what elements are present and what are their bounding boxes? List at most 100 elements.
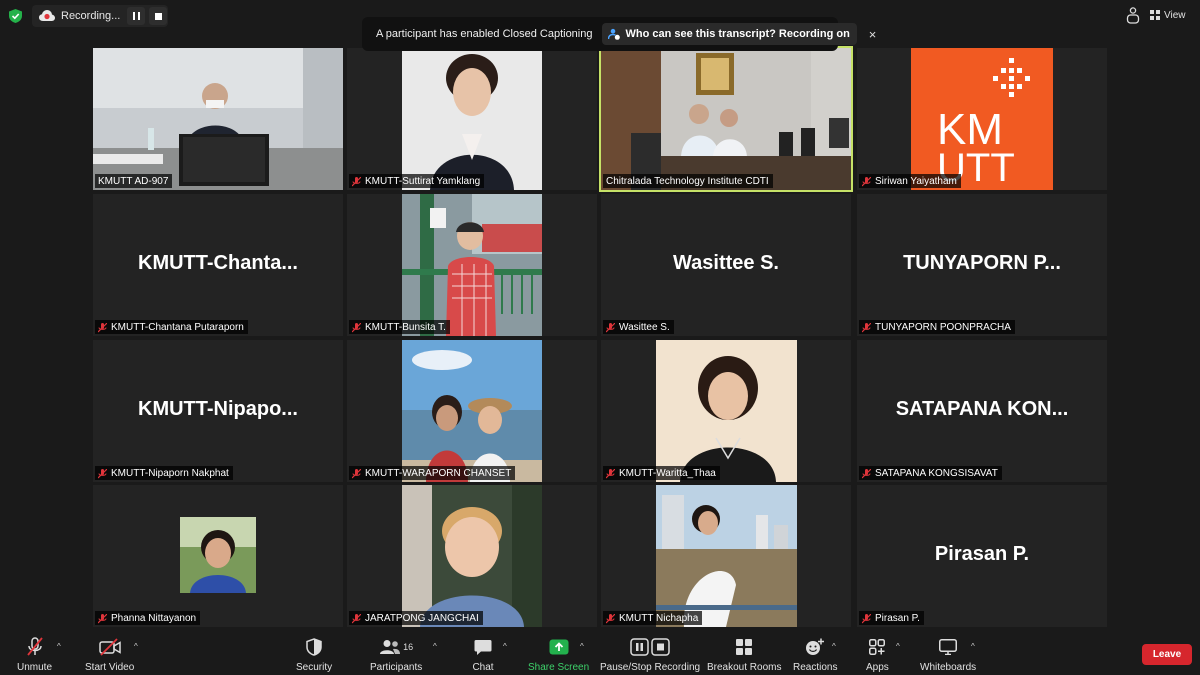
apps-button[interactable]: Apps <box>866 636 889 673</box>
shield-icon <box>306 638 322 656</box>
view-label: View <box>1164 9 1186 21</box>
recording-indicator: Recording... <box>32 5 168 27</box>
share-screen-icon <box>549 639 569 654</box>
participants-count: 16 <box>403 642 414 652</box>
muted-mic-icon <box>98 322 107 332</box>
meeting-controls-toolbar: Unmute ^ Start Video ^ Security 16 Parti… <box>0 632 1200 675</box>
participants-label: Participants <box>370 662 423 673</box>
participant-name: Chitralada Technology Institute CDTI <box>606 176 769 187</box>
participant-name-caption: KMUTT-Suttirat Yamklang <box>349 174 485 188</box>
whiteboard-icon <box>939 639 958 655</box>
leave-button[interactable]: Leave <box>1142 644 1192 665</box>
transcript-visibility-button[interactable]: Who can see this transcript? Recording o… <box>602 23 857 45</box>
cloud-recording-icon <box>39 10 55 21</box>
reactions-options-caret[interactable]: ^ <box>832 642 836 651</box>
participant-photo <box>402 485 542 627</box>
muted-mic-icon <box>862 176 871 186</box>
participant-tile[interactable]: KMUTT-Nipapo... KMUTT-Nipaporn Nakphat <box>93 340 343 482</box>
participant-name-caption: KMUTT-Waritta_Thaa <box>603 466 720 480</box>
participant-tile[interactable]: KMUTT-Bunsita T. <box>347 194 597 336</box>
chat-button[interactable]: Chat <box>472 636 494 673</box>
whiteboards-button[interactable]: Whiteboards <box>920 636 976 673</box>
breakout-rooms-button[interactable]: Breakout Rooms <box>707 636 781 673</box>
closed-caption-notification: A participant has enabled Closed Caption… <box>362 17 876 51</box>
security-shield-icon[interactable] <box>9 9 22 23</box>
close-icon[interactable]: × <box>869 27 877 42</box>
unmute-label: Unmute <box>17 662 53 673</box>
participant-tile[interactable]: Wasittee S. Wasittee S. <box>601 194 851 336</box>
participant-name: Siriwan Yaiyatham <box>875 176 957 187</box>
participant-tile[interactable]: JARATPONG JANGCHAI <box>347 485 597 627</box>
participant-name-caption: KMUTT Nichapha <box>603 611 703 625</box>
muted-mic-icon <box>98 613 107 623</box>
muted-mic-icon <box>862 322 871 332</box>
muted-mic-icon <box>606 613 615 623</box>
participant-name-caption: Wasittee S. <box>603 320 674 334</box>
participant-tile[interactable]: TUNYAPORN P... TUNYAPORN POONPRACHA <box>857 194 1107 336</box>
chat-options-caret[interactable]: ^ <box>503 642 507 651</box>
participant-photo <box>402 340 542 482</box>
chat-icon <box>474 639 492 655</box>
apps-label: Apps <box>866 662 889 673</box>
apps-options-caret[interactable]: ^ <box>896 642 900 651</box>
reactions-button[interactable]: Reactions <box>793 636 837 673</box>
share-screen-label: Share Screen <box>528 662 590 673</box>
participant-name-caption: Siriwan Yaiyatham <box>859 174 961 188</box>
muted-microphone-icon <box>26 637 43 656</box>
person-info-icon <box>608 28 621 40</box>
whiteboards-options-caret[interactable]: ^ <box>971 642 975 651</box>
participant-tile[interactable]: KMUTT-Suttirat Yamklang <box>347 48 597 190</box>
participant-tile[interactable]: SATAPANA KON... SATAPANA KONGSISAVAT <box>857 340 1107 482</box>
stop-recording-button[interactable] <box>149 7 167 25</box>
participant-tile[interactable]: KMUTT-Chanta... KMUTT-Chantana Putarapor… <box>93 194 343 336</box>
participant-name-caption: KMUTT AD-907 <box>95 174 173 188</box>
whiteboards-label: Whiteboards <box>920 662 977 673</box>
participant-tile[interactable]: Phanna Nittayanon <box>93 485 343 627</box>
participant-display-name: TUNYAPORN P... <box>903 252 1061 274</box>
active-speaker-tile[interactable]: Chitralada Technology Institute CDTI <box>599 46 853 192</box>
security-label: Security <box>296 662 333 673</box>
breakout-rooms-label: Breakout Rooms <box>707 662 782 673</box>
participant-video <box>601 48 851 190</box>
participant-name-caption: KMUTT-Bunsita T. <box>349 320 450 334</box>
participant-photo <box>180 517 256 593</box>
participant-tile[interactable]: KMUTT-WARAPORN CHANSET <box>347 340 597 482</box>
view-button[interactable]: View <box>1150 7 1186 23</box>
immersive-view-icon[interactable] <box>1126 7 1140 24</box>
participant-name: SATAPANA KONGSISAVAT <box>875 468 998 479</box>
start-video-button[interactable]: Start Video <box>85 636 134 673</box>
participant-name: KMUTT-Waritta_Thaa <box>619 468 716 479</box>
participants-options-caret[interactable]: ^ <box>433 642 437 651</box>
share-options-caret[interactable]: ^ <box>580 642 584 651</box>
participant-tile[interactable]: Pirasan P. Pirasan P. <box>857 485 1107 627</box>
participant-tile[interactable]: KMUTT Nichapha <box>601 485 851 627</box>
participant-name-caption: SATAPANA KONGSISAVAT <box>859 466 1002 480</box>
participant-name: KMUTT AD-907 <box>98 176 169 187</box>
participants-button[interactable]: 16 Participants <box>370 636 422 673</box>
participant-name: Phanna Nittayanon <box>111 613 197 624</box>
participant-photo <box>402 194 542 336</box>
muted-mic-icon <box>352 613 361 623</box>
video-options-caret[interactable]: ^ <box>134 642 138 651</box>
participant-video <box>93 48 343 190</box>
participant-name: KMUTT-Bunsita T. <box>365 322 446 333</box>
participant-tile[interactable]: KM UTT Siriwan Yaiyatham <box>857 48 1107 190</box>
stop-icon <box>154 12 162 20</box>
pause-stop-recording-button[interactable]: Pause/Stop Recording <box>600 636 700 673</box>
muted-mic-icon <box>606 468 615 478</box>
participant-tile[interactable]: KMUTT AD-907 <box>93 48 343 190</box>
reactions-label: Reactions <box>793 662 838 673</box>
unmute-button[interactable]: Unmute <box>17 636 52 673</box>
participant-name: Wasittee S. <box>619 322 670 333</box>
participant-display-name: KMUTT-Chanta... <box>138 252 298 274</box>
security-button[interactable]: Security <box>296 636 332 673</box>
participant-tile[interactable]: KMUTT-Waritta_Thaa <box>601 340 851 482</box>
recording-label: Recording... <box>61 10 121 22</box>
participant-display-name: Pirasan P. <box>934 543 1030 565</box>
pause-recording-button[interactable] <box>127 7 145 25</box>
audio-options-caret[interactable]: ^ <box>57 642 61 651</box>
chat-label: Chat <box>472 662 494 673</box>
participant-name-caption: Phanna Nittayanon <box>95 611 201 625</box>
participant-display-name: Wasittee S. <box>673 252 779 274</box>
participant-name-caption: JARATPONG JANGCHAI <box>349 611 483 625</box>
